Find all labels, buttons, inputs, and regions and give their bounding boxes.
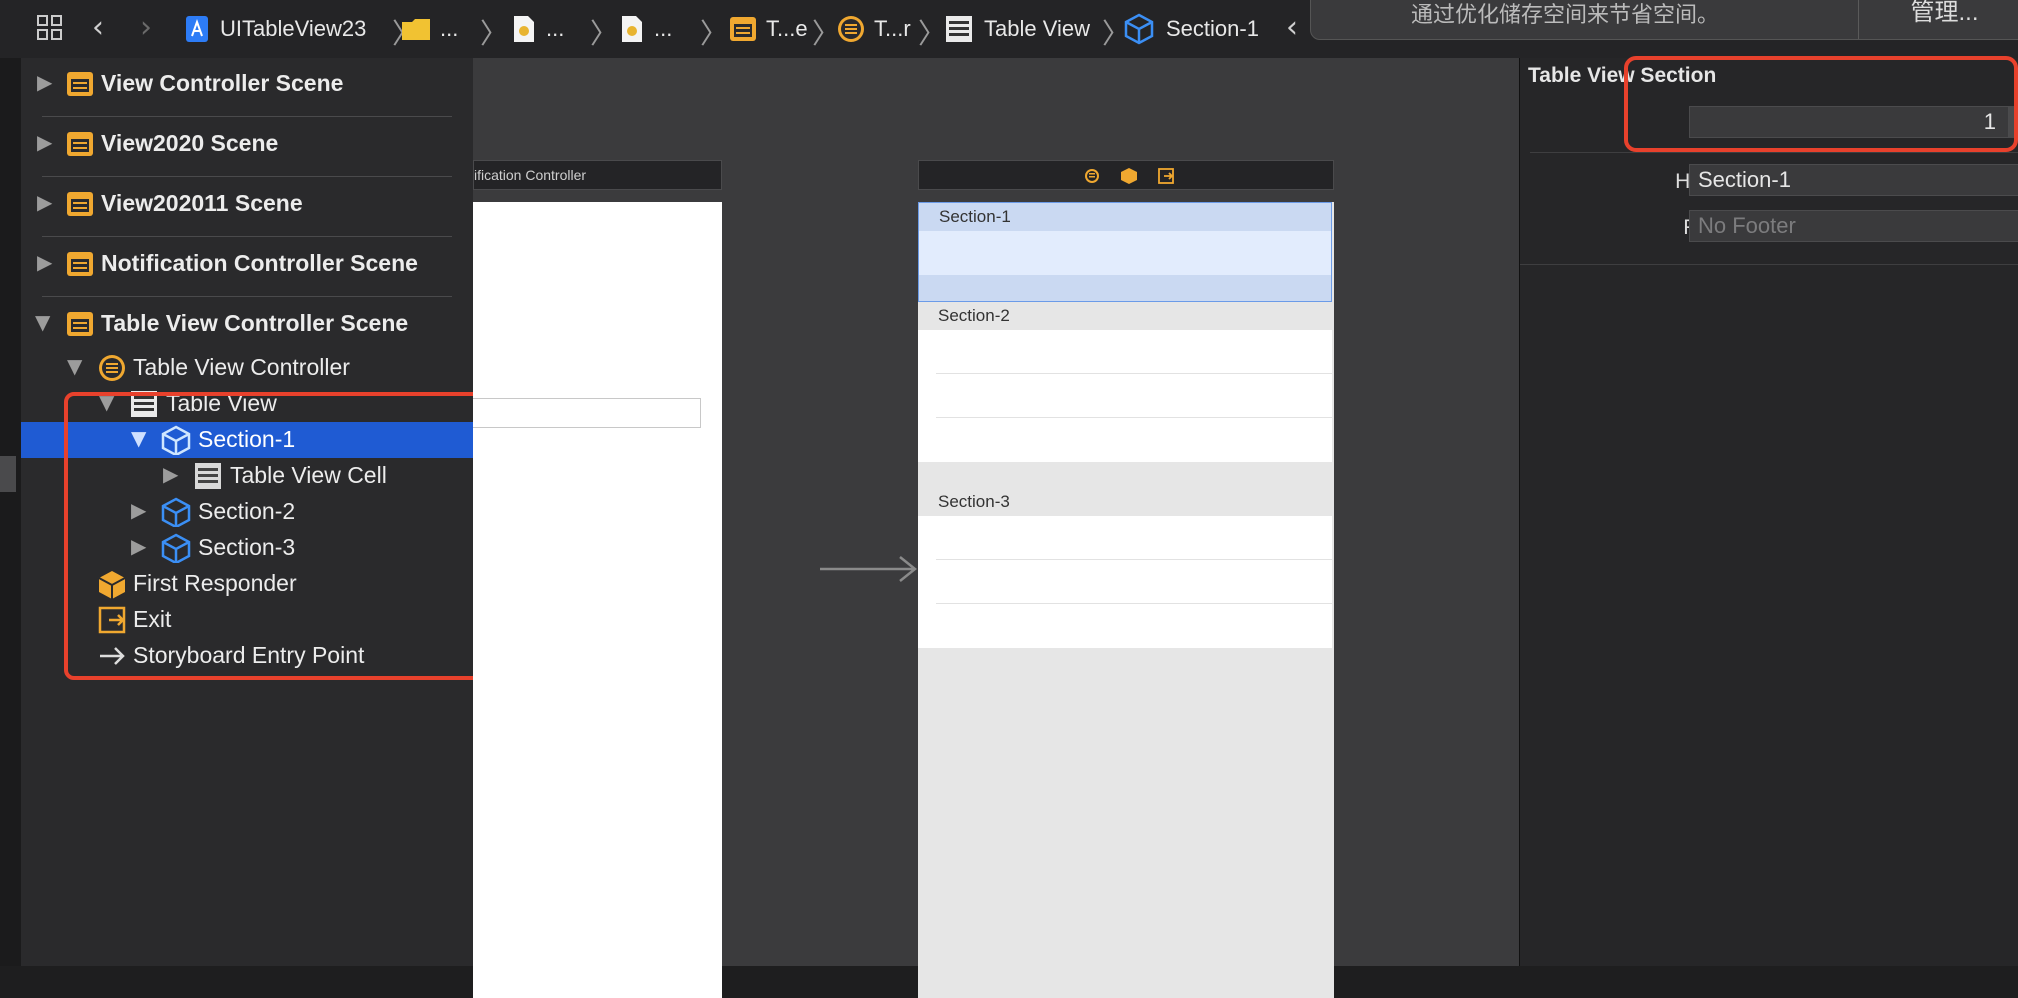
strip-marker [0,456,16,492]
disclosure-triangle-expanded-icon[interactable]: ▼ [35,310,50,334]
section-3-cells[interactable] [918,516,1332,648]
outline-scene-view2020[interactable]: ▶ View2020 Scene [21,126,473,162]
outline-item-table-view-controller[interactable]: ▼ Table View Controller [21,350,473,386]
notification-controller-view[interactable] [473,202,722,998]
text-field[interactable] [473,398,701,428]
table-view-icon [946,16,972,42]
controller-icon [1085,169,1099,183]
cell-separator [936,417,1332,418]
outline-item-label: Table View Controller [133,354,350,380]
storyboard-file-icon [622,16,642,42]
footer-field[interactable]: No Footer [1689,210,2018,242]
exit-icon [1158,168,1174,184]
first-responder-cube-icon [1121,168,1137,184]
notification-controller-titlebar[interactable]: ification Controller [473,160,722,190]
disclosure-triangle-expanded-icon[interactable]: ▼ [67,354,82,378]
red-highlight-box [1624,56,2018,152]
scene-icon [67,192,93,216]
editor-left-strip [0,58,22,966]
breadcrumb-item-project[interactable]: UITableView23 [184,0,366,58]
scene-icon [67,252,93,276]
related-items-grid-icon[interactable] [36,14,64,42]
section-header-label: Section-1 [939,207,1011,226]
table-view-controller-titlebar[interactable] [918,160,1334,190]
divider [42,176,452,177]
breadcrumb-label: ... [654,16,673,41]
section-header: Section-3 [918,488,1332,516]
divider [42,236,452,237]
scene-title: ification Controller [474,167,587,183]
breadcrumb-item-section[interactable]: Section-1 [1124,0,1259,58]
forward-button[interactable]: › [140,10,152,45]
storyboard-canvas[interactable]: ification Controller Section-1 Section-2 [473,58,1519,998]
breadcrumb-label: UITableView23 [220,16,367,41]
breadcrumb-label: ... [546,16,565,41]
scene-icon [67,72,93,96]
outline-scene-view202011[interactable]: ▶ View202011 Scene [21,186,473,222]
section-1-selected[interactable]: Section-1 [918,202,1332,302]
outline-scene-notification-controller[interactable]: ▶ Notification Controller Scene [21,246,473,282]
folder-icon [402,19,430,40]
breadcrumb-item-controller[interactable]: T...r [836,0,911,58]
section-2-cells[interactable] [918,330,1332,462]
breadcrumb-label: Table View [984,16,1090,41]
cell-separator [936,559,1332,560]
breadcrumb-label: Section-1 [1166,16,1259,41]
footer-placeholder: No Footer [1698,213,1796,238]
scene-label: View202011 Scene [101,190,303,216]
breadcrumb-item-table-view[interactable]: Table View [944,0,1090,58]
storyboard-file-icon [514,16,534,42]
table-cell[interactable] [919,231,1331,275]
scene-icon [730,17,756,41]
breadcrumb-label: T...r [874,16,911,41]
breadcrumb-item-folder[interactable]: ... [400,0,458,58]
section-header: Section-2 [918,302,1332,330]
breadcrumb-item-file[interactable]: ... [512,0,564,58]
manage-button-label: 管理... [1910,0,1979,26]
disclosure-triangle-icon[interactable]: ▶ [37,250,52,274]
scene-label: View Controller Scene [101,70,344,96]
popup-message: 通过优化储存空间来节省空间。 [1411,2,1720,27]
chevron-left-icon[interactable]: ‹ [1286,10,1298,45]
scene-icon [67,132,93,156]
scene-label: Table View Controller Scene [101,310,409,336]
disclosure-triangle-icon[interactable]: ▶ [37,190,52,214]
scene-label: View2020 Scene [101,130,279,156]
breadcrumb-item-file[interactable]: ... [620,0,672,58]
cell-separator [936,373,1332,374]
cell-separator [936,603,1332,604]
table-view[interactable]: Section-1 Section-2 Section-3 [918,202,1334,998]
app-icon [186,16,208,42]
section-header-label: Section-2 [938,306,1010,325]
scene-label: Notification Controller Scene [101,250,418,276]
back-button[interactable]: ‹ [92,10,104,45]
scene-icon [67,312,93,336]
divider [42,296,452,297]
divider [1520,264,2018,265]
attributes-inspector: Table View Section Rows 1 Header Section… [1519,58,2018,966]
section-header: Section-1 [919,203,1331,231]
section-footer [919,275,1331,301]
segue-arrow-icon [820,556,918,582]
manage-button[interactable]: 管理... [1858,0,2018,39]
cube-icon [1124,13,1154,45]
divider [1530,152,2018,153]
outline-scene-view-controller[interactable]: ▶ View Controller Scene [21,66,473,102]
disclosure-triangle-icon[interactable]: ▶ [37,70,52,94]
controller-icon [838,16,864,42]
breadcrumb-label: T...e [766,16,808,41]
divider [42,116,452,117]
controller-icon [99,355,125,381]
breadcrumb-item-scene[interactable]: T...e [728,0,808,58]
disclosure-triangle-icon[interactable]: ▶ [37,130,52,154]
red-highlight-box [64,392,500,680]
header-value: Section-1 [1698,167,1791,192]
header-field[interactable]: Section-1 [1689,164,2018,196]
storage-notification-popup: 通过优化储存空间来节省空间。 管理... [1310,0,2018,40]
outline-scene-table-view-controller[interactable]: ▼ Table View Controller Scene [21,306,473,342]
breadcrumb-label: ... [440,16,459,41]
section-header-label: Section-3 [938,492,1010,511]
